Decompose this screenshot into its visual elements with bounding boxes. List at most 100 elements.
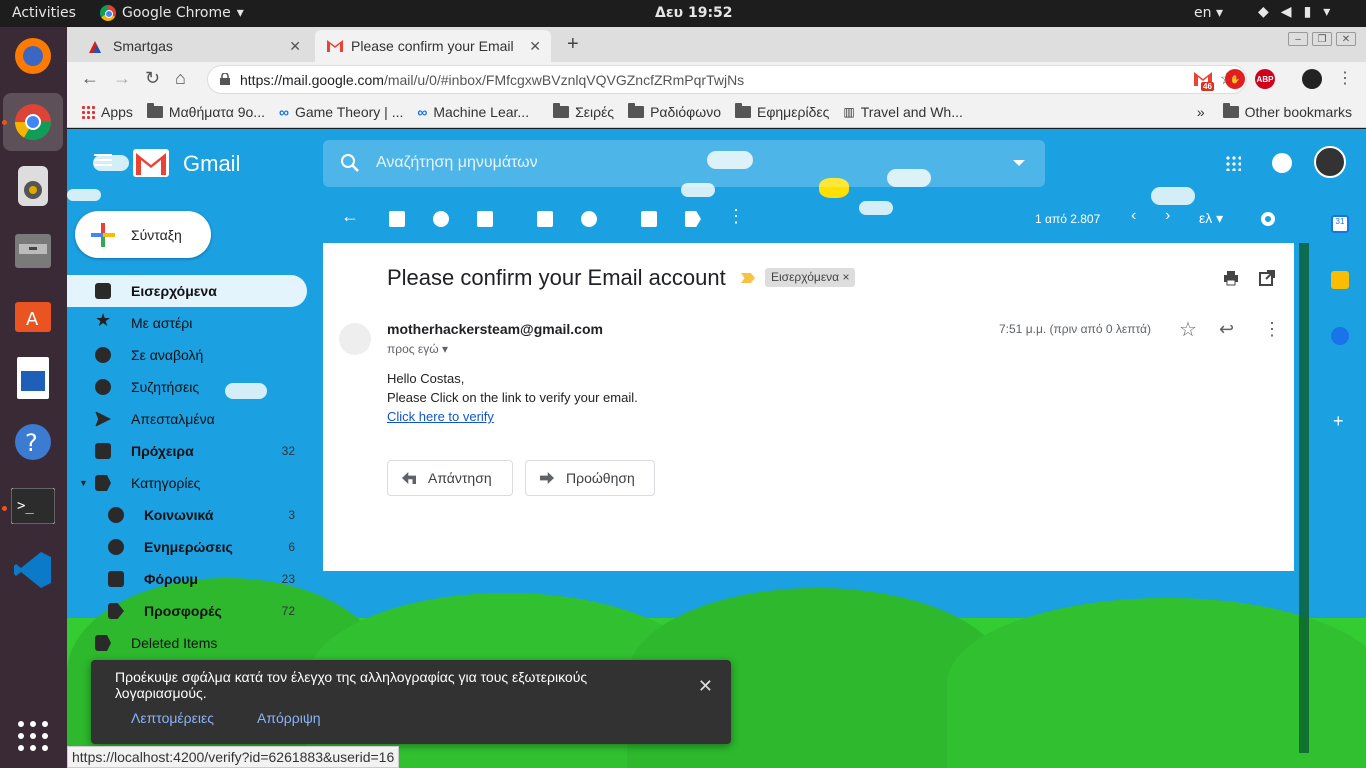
- bookmark-link[interactable]: ∞ Game Theory | ...: [279, 104, 403, 120]
- gmail-checker-extension[interactable]: 46: [1193, 69, 1214, 91]
- open-in-new-window-icon[interactable]: [1259, 270, 1275, 286]
- address-bar[interactable]: https://mail.google.com/mail/u/0/#inbox/…: [207, 65, 1247, 94]
- star-message-icon[interactable]: ☆: [1179, 317, 1197, 342]
- forward-button[interactable]: →: [113, 68, 131, 89]
- next-message-icon[interactable]: ›: [1165, 207, 1170, 225]
- search-bar[interactable]: Αναζήτηση μηνυμάτων: [323, 140, 1045, 187]
- mark-unread-icon[interactable]: [537, 211, 553, 227]
- bookmark-apps[interactable]: Apps: [81, 104, 133, 120]
- chevron-down-icon[interactable]: ▼: [79, 478, 88, 488]
- calendar-icon[interactable]: 31: [1331, 215, 1349, 233]
- software-launcher[interactable]: A: [10, 291, 56, 337]
- sender-avatar[interactable]: [339, 323, 371, 355]
- google-apps-icon[interactable]: [1225, 155, 1241, 171]
- adblock-plus-icon[interactable]: ABP: [1255, 69, 1275, 89]
- delete-icon[interactable]: [477, 211, 493, 227]
- snackbar-dismiss-link[interactable]: Απόρριψη: [257, 710, 321, 726]
- terminal-launcher[interactable]: >_: [10, 483, 56, 529]
- nav-inbox[interactable]: Εισερχόμενα: [67, 275, 307, 307]
- notifications-icon[interactable]: [1272, 153, 1292, 173]
- bookmark-link[interactable]: ▥ Travel and Wh...: [843, 104, 963, 120]
- clock[interactable]: Δευ 19:52: [655, 5, 733, 21]
- activities-button[interactable]: Activities: [12, 5, 76, 21]
- new-tab-button[interactable]: +: [567, 33, 579, 56]
- close-window-button[interactable]: ✕: [1336, 32, 1356, 46]
- menu-kebab-icon[interactable]: ⋮: [1337, 68, 1353, 88]
- nav-chats[interactable]: Συζητήσεις: [67, 371, 307, 403]
- main-menu-icon[interactable]: [94, 154, 112, 166]
- input-tools-selector[interactable]: ελ ▾: [1199, 210, 1223, 227]
- app-menu[interactable]: Google Chrome ▾: [100, 5, 244, 21]
- archive-icon[interactable]: [389, 211, 405, 227]
- close-icon[interactable]: ✕: [698, 676, 713, 697]
- vertical-scrollbar[interactable]: [1299, 243, 1309, 753]
- restore-button[interactable]: ❐: [1312, 32, 1332, 46]
- snooze-icon[interactable]: [581, 211, 597, 227]
- nav-sent[interactable]: Απεσταλμένα: [67, 403, 307, 435]
- hand-extension-icon[interactable]: ✋: [1225, 69, 1245, 89]
- bookmark-folder[interactable]: Ραδιόφωνο: [628, 103, 721, 120]
- importance-marker-icon[interactable]: [741, 273, 755, 283]
- settings-gear-icon[interactable]: [1259, 210, 1277, 228]
- bookmark-link[interactable]: ∞ Machine Lear...: [417, 104, 529, 120]
- input-language[interactable]: en ▾: [1194, 5, 1223, 21]
- nav-categories[interactable]: ▼ Κατηγορίες: [67, 467, 307, 499]
- reply-icon[interactable]: ↩: [1219, 319, 1234, 340]
- sender-email[interactable]: motherhackersteam@gmail.com: [387, 321, 603, 337]
- bookmark-folder[interactable]: Σειρές: [553, 103, 614, 120]
- nav-promotions[interactable]: Προσφορές 72: [67, 595, 307, 627]
- compose-button[interactable]: Σύνταξη: [75, 211, 211, 258]
- keep-icon[interactable]: [1331, 271, 1349, 289]
- inbox-label-chip[interactable]: Εισερχόμενα ×: [765, 268, 856, 287]
- writer-launcher[interactable]: [10, 355, 56, 401]
- report-spam-icon[interactable]: [433, 211, 449, 227]
- previous-message-icon[interactable]: ‹: [1131, 207, 1136, 225]
- reload-button[interactable]: ↻: [145, 68, 160, 89]
- tab-strip: Smartgas ✕ Please confirm your Email ✕ +…: [67, 27, 1366, 62]
- nav-drafts[interactable]: Πρόχειρα 32: [67, 435, 307, 467]
- account-avatar[interactable]: [1314, 146, 1346, 178]
- reply-button[interactable]: Απάντηση: [387, 460, 513, 496]
- help-launcher[interactable]: ?: [10, 419, 56, 465]
- close-tab-icon[interactable]: ✕: [289, 38, 301, 55]
- system-tray[interactable]: ◆ ◀ ▮ ▾: [1258, 4, 1330, 20]
- gmail-logo-icon[interactable]: [133, 149, 169, 177]
- minimize-button[interactable]: –: [1288, 32, 1308, 46]
- back-button[interactable]: ←: [81, 68, 99, 89]
- more-options-icon[interactable]: ⋮: [727, 206, 745, 227]
- labels-icon[interactable]: [685, 211, 701, 227]
- home-button[interactable]: ⌂: [175, 68, 186, 89]
- nav-updates[interactable]: Ενημερώσεις 6: [67, 531, 307, 563]
- bookmark-folder[interactable]: Εφημερίδες: [734, 103, 829, 120]
- rhythmbox-launcher[interactable]: [10, 163, 56, 209]
- show-applications-button[interactable]: [10, 713, 56, 759]
- nav-snoozed[interactable]: Σε αναβολή: [67, 339, 307, 371]
- nav-social[interactable]: Κοινωνικά 3: [67, 499, 307, 531]
- tab-gmail[interactable]: Please confirm your Email ✕: [315, 30, 551, 62]
- chrome-launcher[interactable]: [3, 93, 63, 151]
- more-message-options-icon[interactable]: ⋮: [1263, 319, 1281, 340]
- move-to-icon[interactable]: [641, 211, 657, 227]
- bookmark-folder[interactable]: Μαθήματα 9ο...: [146, 103, 265, 120]
- add-addon-icon[interactable]: +: [1333, 411, 1344, 432]
- nav-forums[interactable]: Φόρουμ 23: [67, 563, 307, 595]
- other-bookmarks[interactable]: Other bookmarks: [1222, 103, 1352, 120]
- firefox-launcher[interactable]: [10, 33, 56, 79]
- tasks-icon[interactable]: [1331, 327, 1349, 345]
- back-to-inbox-icon[interactable]: ←: [341, 206, 359, 227]
- search-options-icon[interactable]: [1013, 160, 1025, 166]
- bookmarks-overflow-button[interactable]: »: [1197, 104, 1205, 120]
- snackbar-details-link[interactable]: Λεπτομέρειες: [131, 710, 214, 726]
- recipient-details[interactable]: προς εγώ ▾: [387, 342, 448, 356]
- nav-starred[interactable]: ★ Με αστέρι: [67, 307, 307, 339]
- profile-avatar[interactable]: [1302, 69, 1322, 89]
- close-tab-icon[interactable]: ✕: [529, 38, 541, 55]
- vscode-launcher[interactable]: [10, 547, 56, 593]
- tab-smartgas[interactable]: Smartgas ✕: [75, 30, 311, 62]
- forward-button[interactable]: Προώθηση: [525, 460, 655, 496]
- search-icon[interactable]: [340, 153, 360, 173]
- files-launcher[interactable]: [10, 227, 56, 273]
- verify-link[interactable]: Click here to verify: [387, 409, 494, 424]
- nav-deleted-items[interactable]: Deleted Items: [67, 627, 307, 659]
- print-icon[interactable]: [1223, 270, 1239, 286]
